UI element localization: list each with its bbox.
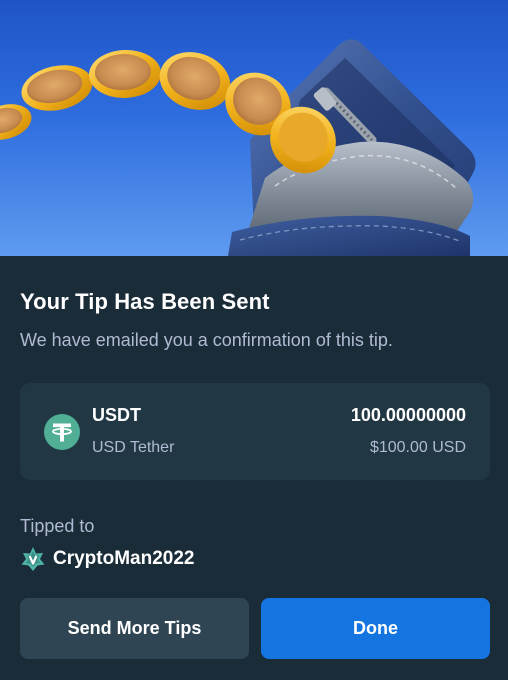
- send-more-tips-button[interactable]: Send More Tips: [20, 598, 249, 659]
- tip-usd-value: $100.00 USD: [369, 439, 466, 456]
- tip-sent-screen: Your Tip Has Been Sent We have emailed y…: [0, 0, 508, 680]
- vip-star-icon: [21, 547, 45, 571]
- hero-illustration: [0, 0, 508, 256]
- currency-symbol: USDT: [92, 405, 141, 425]
- recipient[interactable]: CryptoMan2022: [20, 545, 195, 573]
- done-button[interactable]: Done: [261, 598, 490, 659]
- tip-amount-card: USDT USD Tether 100.00000000 $100.00 USD: [20, 383, 490, 480]
- recipient-username: CryptoMan2022: [53, 548, 195, 569]
- page-title: Your Tip Has Been Sent: [20, 289, 270, 314]
- tether-icon: [44, 414, 80, 450]
- tip-confirmation-panel: Your Tip Has Been Sent We have emailed y…: [0, 256, 508, 680]
- coin-trail: [0, 49, 336, 174]
- currency-name: USD Tether: [92, 439, 175, 456]
- tip-amount: 100.00000000: [350, 405, 466, 425]
- confirmation-message: We have emailed you a confirmation of th…: [20, 330, 393, 350]
- tipped-to-label: Tipped to: [20, 516, 95, 536]
